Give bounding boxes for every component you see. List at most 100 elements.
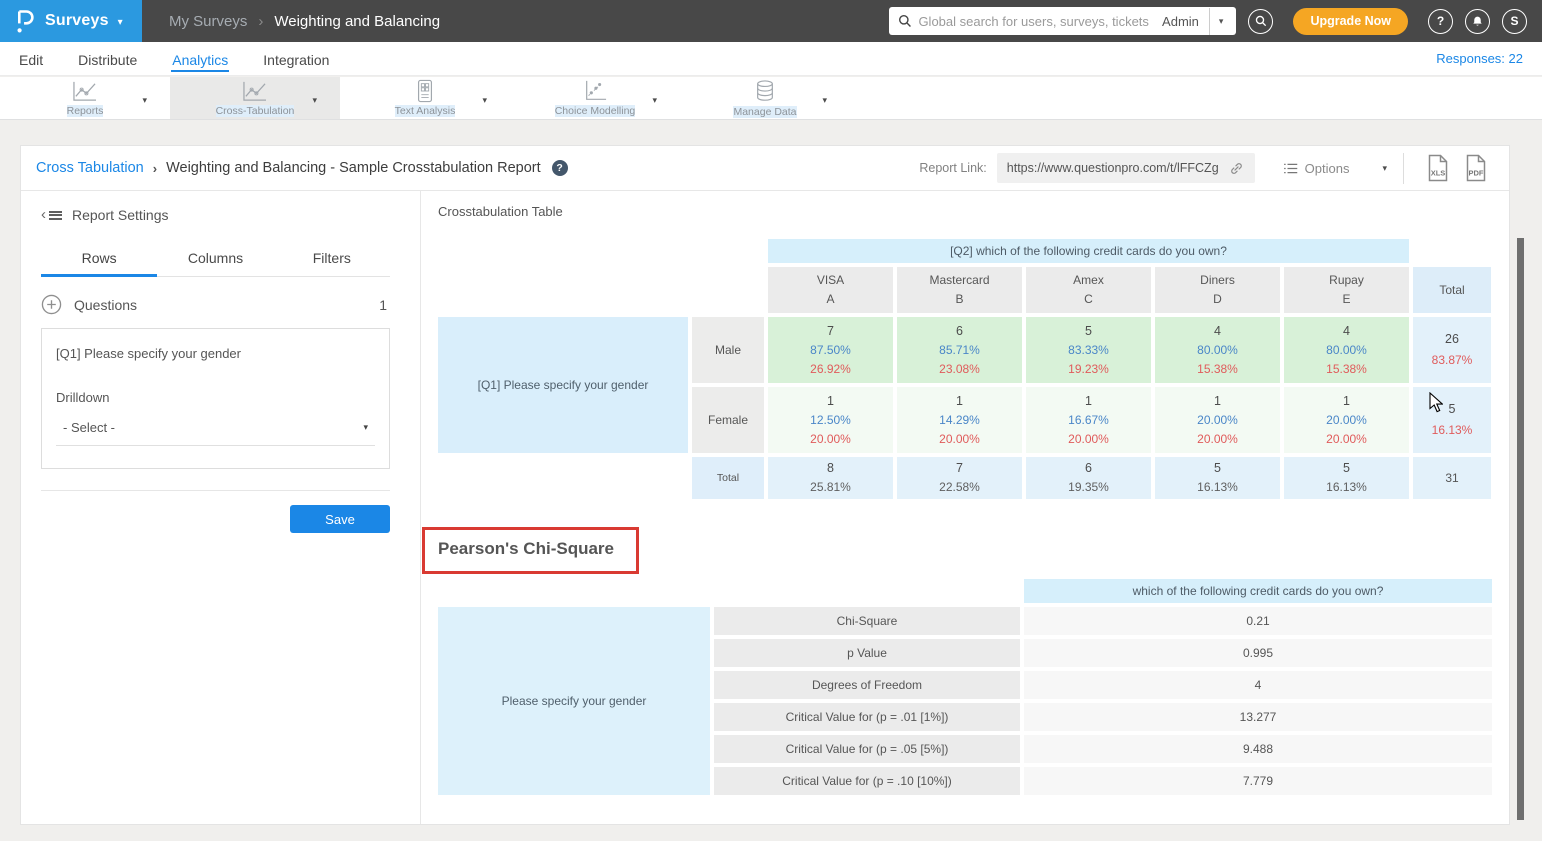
account-avatar[interactable]: S <box>1502 9 1527 34</box>
bell-icon <box>1471 15 1484 28</box>
questionpro-logo-icon <box>15 8 36 35</box>
toolbar-item-reports[interactable]: Reports▾ <box>0 77 170 119</box>
document-grid-icon <box>414 79 436 103</box>
crosstab-row-label-male: Male <box>692 317 764 383</box>
chi-stat-value: 4 <box>1024 671 1492 699</box>
report-settings-title: Report Settings <box>72 207 169 223</box>
chi-stat-value: 7.779 <box>1024 767 1492 795</box>
crosstab-row-label-female: Female <box>692 387 764 453</box>
add-question-icon[interactable] <box>41 294 62 315</box>
crosstab-column-header-amex: AmexC <box>1026 267 1151 313</box>
export-xls-button[interactable]: XLS <box>1426 154 1450 182</box>
responses-count[interactable]: Responses: 22 <box>1436 51 1542 66</box>
crosstab-total-cell: 619.35% <box>1026 457 1151 499</box>
spacer-cell <box>438 267 764 313</box>
report-settings-header: ‹ Report Settings <box>41 207 390 223</box>
nav-tab-analytics[interactable]: Analytics <box>171 46 229 72</box>
settings-tab-rows[interactable]: Rows <box>41 240 157 277</box>
chi-row-question: Please specify your gender <box>438 607 710 795</box>
crosstab-total-row-label: Total <box>692 457 764 499</box>
settings-tab-columns[interactable]: Columns <box>157 240 273 276</box>
crosstab-data-cell: 112.50%20.00% <box>768 387 893 453</box>
report-link-url[interactable]: https://www.questionpro.com/t/lFFCZg <box>1007 161 1219 175</box>
divider <box>1403 153 1404 184</box>
toolbar-item-text-analysis[interactable]: Text Analysis ▾ <box>340 77 510 119</box>
caret-down-icon[interactable]: ▾ <box>142 95 147 106</box>
report-card: Cross Tabulation › Weighting and Balanci… <box>20 145 1510 825</box>
upgrade-now-button[interactable]: Upgrade Now <box>1293 8 1408 35</box>
crosstab-data-cell: 116.67%20.00% <box>1026 387 1151 453</box>
crosstab-column-header-visa: VISAA <box>768 267 893 313</box>
crosstab-table: [Q2] which of the following credit cards… <box>434 235 1495 503</box>
save-row: Save <box>41 505 390 533</box>
drilldown-selected-value: - Select - <box>63 420 115 435</box>
notifications-button[interactable] <box>1465 9 1490 34</box>
caret-down-icon[interactable]: ▾ <box>1382 163 1387 174</box>
options-button[interactable]: Options ▾ <box>1283 161 1387 176</box>
caret-down-icon[interactable]: ▾ <box>312 95 317 106</box>
caret-down-icon[interactable]: ▾ <box>482 95 487 106</box>
caret-down-icon[interactable]: ▾ <box>1210 16 1233 27</box>
chi-stat-label: Critical Value for (p = .10 [10%]) <box>714 767 1020 795</box>
toolbar-item-cross-tabulation[interactable]: Cross-Tabulation▾ <box>170 77 340 119</box>
nav-tab-integration[interactable]: Integration <box>262 46 330 72</box>
breadcrumb-my-surveys[interactable]: My Surveys <box>169 13 247 30</box>
search-scope-label[interactable]: Admin <box>1158 14 1209 29</box>
scatter-chart-icon <box>583 79 607 103</box>
global-search-input[interactable] <box>912 14 1158 29</box>
help-button[interactable]: ? <box>1428 9 1453 34</box>
crosstab-row-total: 2683.87% <box>1413 317 1491 383</box>
crosstab-column-header-rupay: RupayE <box>1284 267 1409 313</box>
chevron-right-icon: › <box>258 13 263 30</box>
chevron-right-icon: › <box>153 161 157 176</box>
collapse-panel-icon[interactable]: ‹ <box>41 209 62 222</box>
question-text: [Q1] Please specify your gender <box>56 346 375 361</box>
drilldown-label: Drilldown <box>56 390 375 405</box>
report-link-label: Report Link: <box>919 161 986 175</box>
survey-nav-tabs: Edit Distribute Analytics Integration <box>18 42 330 75</box>
global-search-box[interactable]: Admin ▾ <box>889 7 1236 35</box>
caret-down-icon[interactable]: ▾ <box>822 95 827 106</box>
crosstab-data-cell: 685.71%23.08% <box>897 317 1022 383</box>
crosstab-total-header: Total <box>1413 267 1491 313</box>
toolbar-item-manage-data[interactable]: Manage Data▾ <box>680 77 850 119</box>
crosstab-data-cell: 120.00%20.00% <box>1155 387 1280 453</box>
line-chart-icon <box>241 80 268 103</box>
crosstab-data-cell: 120.00%20.00% <box>1284 387 1409 453</box>
breadcrumb: My Surveys › Weighting and Balancing <box>169 13 440 30</box>
help-icon[interactable]: ? <box>552 160 568 176</box>
search-button[interactable] <box>1248 9 1273 34</box>
export-pdf-button[interactable]: PDF <box>1464 154 1488 182</box>
nav-tab-edit[interactable]: Edit <box>18 46 44 72</box>
topbar: Surveys ▾ My Surveys › Weighting and Bal… <box>0 0 1542 42</box>
spacer-cell <box>438 239 764 263</box>
report-title: Weighting and Balancing - Sample Crossta… <box>166 160 541 176</box>
xls-file-icon: XLS <box>1426 154 1450 182</box>
options-label: Options <box>1305 161 1350 176</box>
drilldown-select[interactable]: - Select - ▾ <box>56 420 375 446</box>
toolbar-item-choice-modelling[interactable]: Choice Modelling▾ <box>510 77 680 119</box>
toolbar-item-label: Text Analysis <box>395 105 456 117</box>
brand-logo[interactable]: Surveys ▾ <box>0 0 142 42</box>
crosstab-column-header-mastercard: MastercardB <box>897 267 1022 313</box>
chi-stat-label: p Value <box>714 639 1020 667</box>
crosstab-column-header-diners: DinersD <box>1155 267 1280 313</box>
report-header: Cross Tabulation › Weighting and Balanci… <box>21 146 1509 191</box>
nav-tab-distribute[interactable]: Distribute <box>77 46 138 72</box>
settings-tab-filters[interactable]: Filters <box>274 240 390 276</box>
questions-row: Questions 1 <box>41 294 390 315</box>
pdf-file-icon: PDF <box>1464 154 1488 182</box>
chi-stat-label: Degrees of Freedom <box>714 671 1020 699</box>
crosstab-data-cell: 787.50%26.92% <box>768 317 893 383</box>
caret-down-icon[interactable]: ▾ <box>652 95 657 106</box>
pdf-label: PDF <box>1469 169 1484 178</box>
crosstab-row-total: 516.13% <box>1413 387 1491 453</box>
vertical-scrollbar[interactable] <box>1517 238 1524 820</box>
report-link-box[interactable]: https://www.questionpro.com/t/lFFCZg <box>997 153 1255 183</box>
caret-down-icon[interactable]: ▾ <box>118 17 123 28</box>
caret-down-icon: ▾ <box>363 422 368 433</box>
report-actions: Report Link: https://www.questionpro.com… <box>919 153 1495 184</box>
crosstab-total-cell: 722.58% <box>897 457 1022 499</box>
save-button[interactable]: Save <box>290 505 390 533</box>
cross-tabulation-link[interactable]: Cross Tabulation <box>36 160 144 176</box>
